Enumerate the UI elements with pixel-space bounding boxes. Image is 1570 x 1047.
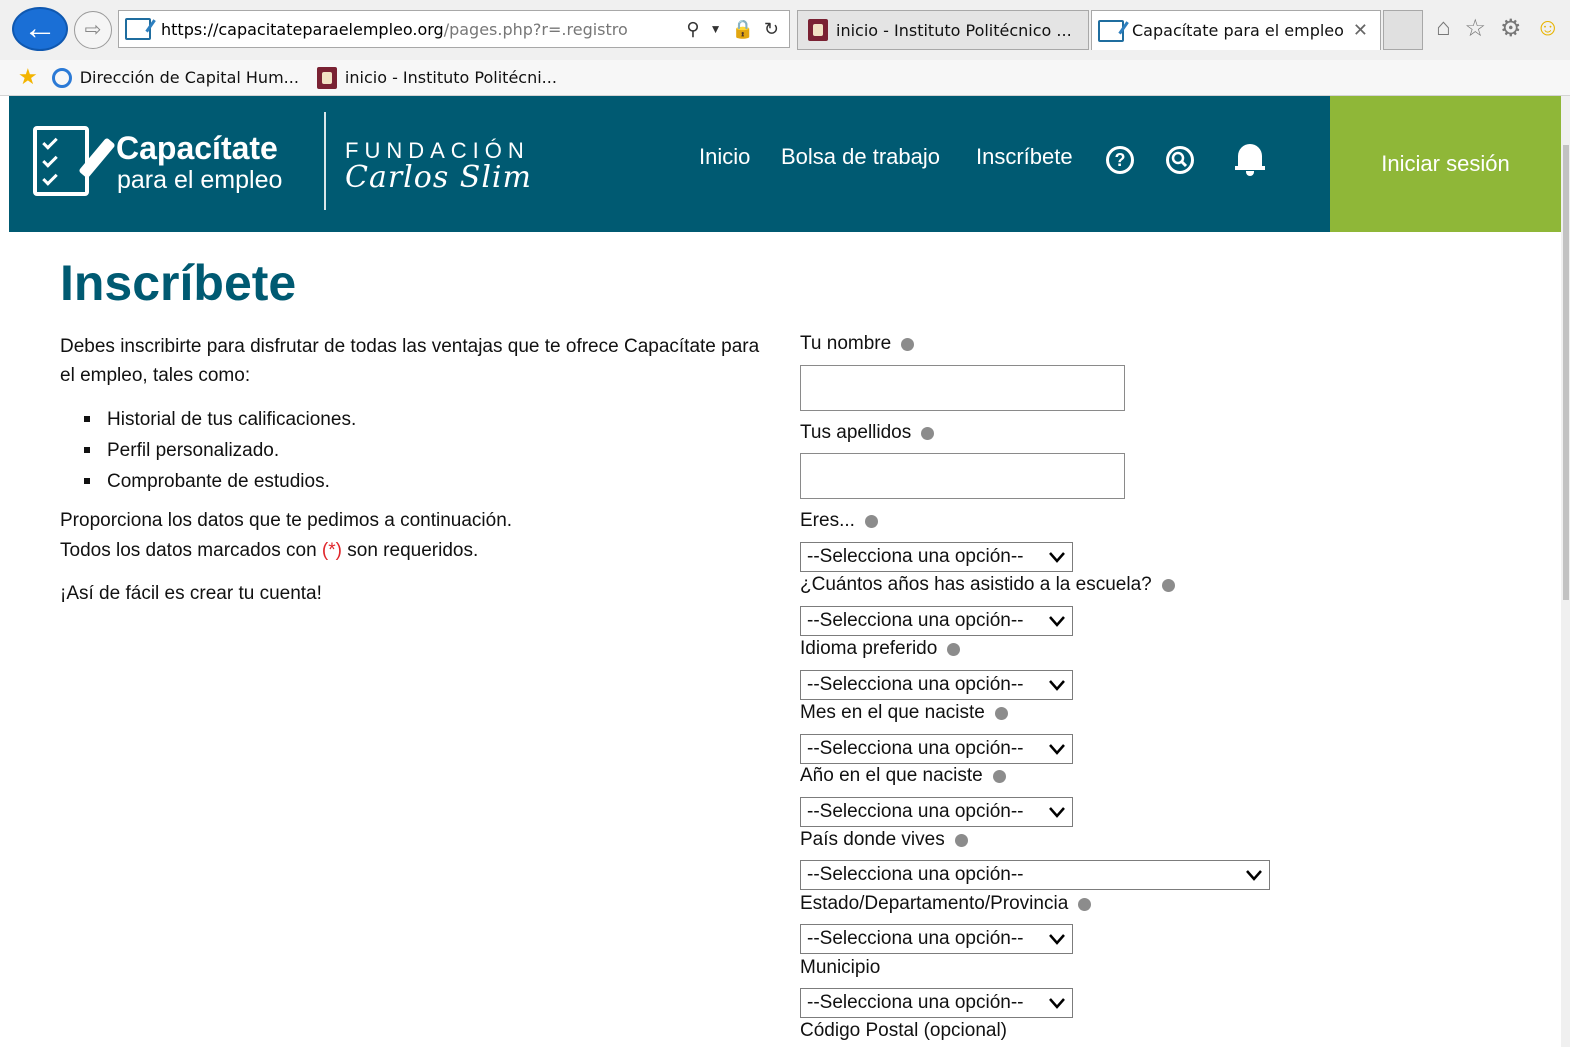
required-dot-icon	[994, 706, 1008, 720]
site-favicon-icon	[125, 18, 151, 40]
favorites-star-icon[interactable]: ☆	[1465, 14, 1487, 43]
ie-page-icon	[51, 67, 72, 88]
codigo-postal-label: Código Postal (opcional)	[800, 1020, 1008, 1041]
forward-button[interactable]: ⇨	[74, 11, 112, 49]
brand-divider	[324, 112, 326, 210]
add-favorite-star-icon[interactable]: ★	[18, 65, 38, 90]
nav-inicio[interactable]: Inicio	[699, 144, 750, 170]
url-text: https://capacitateparaelempleo.org/pages…	[161, 19, 628, 39]
idioma-select[interactable]: --Selecciona una opción--	[800, 670, 1073, 700]
required-dot-icon	[992, 769, 1006, 783]
anio-nacimiento-label: Año en el que naciste	[800, 765, 1006, 787]
list-item: Historial de tus calificaciones.	[60, 405, 356, 436]
search-icon[interactable]: ⚲	[686, 19, 699, 40]
closing-text: ¡Así de fácil es crear tu cuenta!	[60, 583, 322, 604]
tab-capacitate[interactable]: Capacítate para el empleo ✕	[1091, 10, 1381, 50]
apellidos-input[interactable]	[800, 453, 1125, 499]
chevron-down-icon	[1246, 870, 1262, 881]
carlos-slim-logo: Carlos Slim	[345, 160, 532, 195]
required-dot-icon	[921, 426, 935, 440]
idioma-label: Idioma preferido	[800, 638, 961, 660]
nombre-input[interactable]	[800, 365, 1125, 411]
municipio-select[interactable]: --Selecciona una opción--	[800, 988, 1073, 1018]
nav-bolsa-de-trabajo[interactable]: Bolsa de trabajo	[781, 144, 940, 170]
intro-text: Debes inscribirte para disfrutar de toda…	[60, 336, 760, 386]
tab-label: Capacítate para el empleo	[1132, 21, 1344, 40]
chevron-down-icon	[1049, 552, 1065, 563]
required-dot-icon	[1161, 578, 1175, 592]
municipio-label: Municipio	[800, 957, 881, 978]
search-icon[interactable]	[1166, 146, 1194, 174]
brand-title[interactable]: Capacítate	[116, 130, 278, 167]
brand-subtitle[interactable]: para el empleo	[117, 166, 282, 195]
required-dot-icon	[947, 642, 961, 656]
lock-icon[interactable]: 🔒	[731, 19, 753, 40]
smiley-icon[interactable]: ☺	[1536, 14, 1561, 43]
new-tab-button[interactable]	[1383, 10, 1423, 50]
benefits-list: Historial de tus calificaciones. Perfil …	[60, 405, 356, 498]
home-icon[interactable]: ⌂	[1436, 14, 1451, 43]
required-mark: (*)	[321, 540, 342, 561]
required-dot-icon	[954, 833, 968, 847]
mes-nacimiento-select[interactable]: --Selecciona una opción--	[800, 734, 1073, 764]
favorite-link-capital-humano[interactable]: Dirección de Capital Hum...	[80, 68, 299, 87]
chevron-down-icon	[1049, 616, 1065, 627]
required-dot-icon	[1078, 897, 1092, 911]
tab-instituto[interactable]: inicio - Instituto Politécnico ...	[797, 10, 1089, 50]
chevron-down-icon	[1049, 807, 1065, 818]
login-button[interactable]: Iniciar sesión	[1330, 96, 1561, 232]
checklist-logo-icon[interactable]	[33, 126, 116, 196]
nombre-label: Tu nombre	[800, 333, 915, 355]
list-item: Comprobante de estudios.	[60, 467, 356, 498]
page-title: Inscríbete	[60, 255, 297, 311]
anios-escuela-select[interactable]: --Selecciona una opción--	[800, 606, 1073, 636]
apellidos-label: Tus apellidos	[800, 422, 935, 444]
required-dot-icon	[901, 337, 915, 351]
notifications-bell-icon[interactable]	[1235, 142, 1265, 176]
estado-select[interactable]: --Selecciona una opción--	[800, 924, 1073, 954]
chevron-down-icon[interactable]: ▼	[710, 22, 722, 36]
eres-label: Eres...	[800, 510, 878, 532]
favorite-link-instituto[interactable]: inicio - Instituto Politécni...	[345, 68, 557, 87]
back-button[interactable]: ←	[12, 7, 68, 51]
settings-gear-icon[interactable]: ⚙	[1500, 14, 1522, 43]
instructions-text: Proporciona los datos que te pedimos a c…	[60, 510, 513, 531]
scrollbar-thumb[interactable]	[1563, 145, 1569, 600]
favorites-bar: ★ Dirección de Capital Hum... inicio - I…	[0, 60, 1570, 96]
site-favicon-icon	[1098, 19, 1124, 42]
estado-label: Estado/Departamento/Provincia	[800, 893, 1092, 915]
tab-label: inicio - Instituto Politécnico ...	[836, 20, 1072, 40]
mes-nacimiento-label: Mes en el que naciste	[800, 702, 1008, 724]
chevron-down-icon	[1049, 998, 1065, 1009]
chevron-down-icon	[1049, 680, 1065, 691]
ipn-favicon-icon	[808, 19, 828, 41]
close-tab-icon[interactable]: ✕	[1353, 20, 1368, 41]
anios-escuela-label: ¿Cuántos años has asistido a la escuela?	[800, 574, 1175, 596]
required-note: Todos los datos marcados con (*) son req…	[60, 540, 479, 561]
nav-inscribete[interactable]: Inscríbete	[976, 144, 1073, 170]
list-item: Perfil personalizado.	[60, 436, 356, 467]
required-dot-icon	[864, 514, 878, 528]
site-header: Capacítate para el empleo FUNDACIÓN Carl…	[9, 96, 1561, 232]
pais-label: País donde vives	[800, 829, 968, 851]
anio-nacimiento-select[interactable]: --Selecciona una opción--	[800, 797, 1073, 827]
browser-toolbar: ← ⇨ https://capacitateparaelempleo.org/p…	[0, 0, 1570, 60]
pais-select[interactable]: --Selecciona una opción--	[800, 860, 1270, 890]
refresh-icon[interactable]: ↻	[764, 19, 779, 40]
chevron-down-icon	[1049, 934, 1065, 945]
eres-select[interactable]: --Selecciona una opción--	[800, 542, 1073, 572]
address-bar[interactable]: https://capacitateparaelempleo.org/pages…	[118, 10, 790, 48]
ipn-favicon-icon	[316, 66, 337, 89]
chevron-down-icon	[1049, 744, 1065, 755]
help-icon[interactable]: ?	[1106, 146, 1134, 174]
